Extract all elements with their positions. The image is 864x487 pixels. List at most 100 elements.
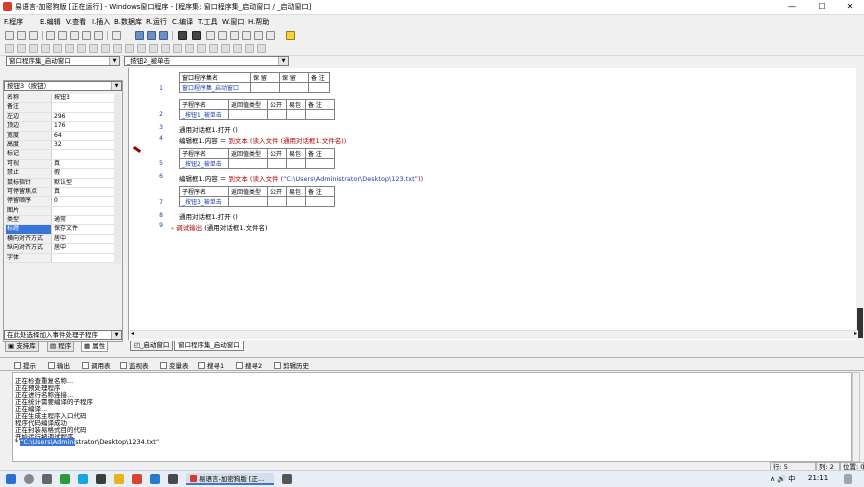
browser-icon[interactable] (132, 474, 142, 484)
edge-icon[interactable] (150, 474, 160, 484)
property-value[interactable]: 假 (51, 169, 114, 178)
app-icon[interactable] (168, 474, 178, 484)
property-row[interactable]: 顶边 176 (6, 122, 114, 132)
zoom-icon[interactable] (233, 44, 242, 53)
maximize-button[interactable]: ☐ (810, 1, 834, 13)
center-v-icon[interactable] (149, 44, 158, 53)
table-cell[interactable] (267, 109, 287, 120)
menu-tools[interactable]: T.工具 (198, 17, 218, 27)
tab-search1[interactable]: 搜寻1 (198, 360, 224, 370)
property-row[interactable]: 图片 (6, 206, 114, 217)
tab-hint[interactable]: 提示 (14, 360, 36, 370)
align-bottom-icon[interactable] (65, 44, 74, 53)
open-file-icon[interactable] (17, 31, 26, 40)
subroutine-select[interactable]: _按钮2_被单击 ▼ (124, 56, 289, 66)
preview-icon[interactable] (221, 44, 230, 53)
property-value[interactable] (51, 253, 114, 263)
new-file-icon[interactable] (5, 31, 14, 40)
table-cell[interactable] (228, 158, 268, 169)
tab-order-icon[interactable] (209, 44, 218, 53)
help-wand-icon[interactable] (286, 31, 295, 40)
align-top-icon[interactable] (41, 44, 50, 53)
table-cell[interactable] (267, 158, 287, 169)
property-row[interactable]: 可停留焦点真 (6, 187, 114, 198)
v-spacing-icon[interactable] (125, 44, 134, 53)
h-spacing-icon[interactable] (113, 44, 122, 53)
run-to-cursor-icon[interactable] (242, 31, 251, 40)
table-cell[interactable] (250, 82, 280, 93)
assembly-name-cell[interactable]: 窗口程序集_启动窗口 (179, 82, 251, 93)
taskbar-app-eyuyan[interactable]: 易语言-加密狗版 [正... (186, 473, 274, 485)
property-row[interactable]: 名称 按钮3 (6, 94, 114, 104)
editor-vertical-scrollbar[interactable] (856, 68, 864, 340)
property-value[interactable] (51, 103, 114, 112)
subroutine-name-cell[interactable]: _按钮3_被单击 (179, 196, 229, 207)
menu-help[interactable]: H.帮助 (248, 17, 269, 27)
tab-search2[interactable]: 搜寻2 (236, 360, 262, 370)
find-icon[interactable] (112, 31, 121, 40)
program-view-icon[interactable] (147, 31, 156, 40)
menu-run[interactable]: R.运行 (146, 17, 167, 27)
component-select[interactable]: 按钮3（按钮） ▼ (4, 81, 122, 91)
subroutine-name-cell[interactable]: _按钮1_被单击 (179, 109, 229, 120)
property-row[interactable]: 禁止假 (6, 169, 114, 179)
step-into-icon[interactable] (206, 31, 215, 40)
cut-icon[interactable] (46, 31, 55, 40)
property-scrollbar[interactable] (114, 94, 121, 264)
code-editor[interactable]: 1 2 3 4 5 6 7 8 9 窗口程序集名 保 留 保 留 备 注 窗口程… (128, 68, 864, 340)
code-line[interactable]: 通用对话框1.打开 () (179, 124, 238, 134)
property-row[interactable]: 停留顺序 0 (6, 197, 114, 207)
property-row[interactable]: 字体 (6, 253, 114, 264)
step-out-icon[interactable] (230, 31, 239, 40)
menu-insert[interactable]: I.插入 (92, 17, 110, 27)
step-over-icon[interactable] (218, 31, 227, 40)
assembly-select[interactable]: 窗口程序集_启动窗口 ▼ (6, 56, 120, 66)
table-cell[interactable] (286, 196, 306, 207)
table-cell[interactable] (267, 196, 287, 207)
property-value[interactable]: 按钮3 (51, 94, 114, 103)
table-cell[interactable] (305, 109, 335, 120)
bring-front-icon[interactable] (161, 44, 170, 53)
menu-database[interactable]: B.数据库 (114, 17, 142, 27)
code-line[interactable]: 编辑框1.内容 ＝ 到文本 (读入文件 (“C:\Users\Administr… (179, 173, 423, 183)
align-middle-icon[interactable] (53, 44, 62, 53)
property-value[interactable]: 保存文件 (51, 225, 114, 234)
property-value[interactable]: 296 (51, 112, 114, 122)
property-value[interactable] (51, 150, 114, 159)
notification-icon[interactable] (844, 474, 852, 484)
design-view-icon[interactable] (159, 31, 168, 40)
event-select[interactable]: 在此处选择加入事件处理子程序 ▼ (4, 330, 122, 340)
tab-support-library[interactable]: ▣ 支持库 (5, 342, 39, 352)
tab-call-stack[interactable]: 调用表 (82, 360, 111, 370)
table-cell[interactable] (305, 196, 335, 207)
align-left-icon[interactable] (5, 44, 14, 53)
qq-icon[interactable] (78, 474, 88, 484)
property-value[interactable]: 32 (51, 140, 114, 150)
table-cell[interactable] (286, 109, 306, 120)
tab-variables[interactable]: 变量表 (160, 360, 189, 370)
property-value[interactable] (51, 206, 114, 216)
table-cell[interactable] (228, 196, 268, 207)
app-icon[interactable] (96, 474, 106, 484)
close-button[interactable]: ✕ (838, 1, 862, 13)
menu-compile[interactable]: C.编译 (172, 17, 193, 27)
menu-view[interactable]: V.查看 (66, 17, 86, 27)
property-value[interactable]: 真 (51, 159, 114, 169)
tab-clip-history[interactable]: 剪辑历史 (274, 360, 309, 370)
send-back-icon[interactable] (173, 44, 182, 53)
window-layout-icon[interactable] (135, 31, 144, 40)
table-cell[interactable] (305, 158, 335, 169)
format-icon[interactable] (257, 44, 266, 53)
property-value[interactable]: 176 (51, 122, 114, 131)
snap-icon[interactable] (245, 44, 254, 53)
lock-icon[interactable] (185, 44, 194, 53)
output-scrollbar[interactable] (852, 372, 860, 462)
tab-window-assembly[interactable]: 窗口程序集_启动窗口 (174, 341, 244, 351)
undo-icon[interactable] (82, 31, 91, 40)
output-panel[interactable]: 正在检查重复名称... 正在预处理程序 正在进行名称连接... 正在统计需要编译… (12, 372, 852, 462)
menu-edit[interactable]: E.编辑 (40, 17, 61, 27)
property-row[interactable]: 纵向对齐方式 居中 (6, 244, 114, 254)
app-icon[interactable] (282, 474, 292, 484)
property-row[interactable]: 高度 32 (6, 140, 114, 151)
property-value[interactable]: 真 (51, 187, 114, 197)
